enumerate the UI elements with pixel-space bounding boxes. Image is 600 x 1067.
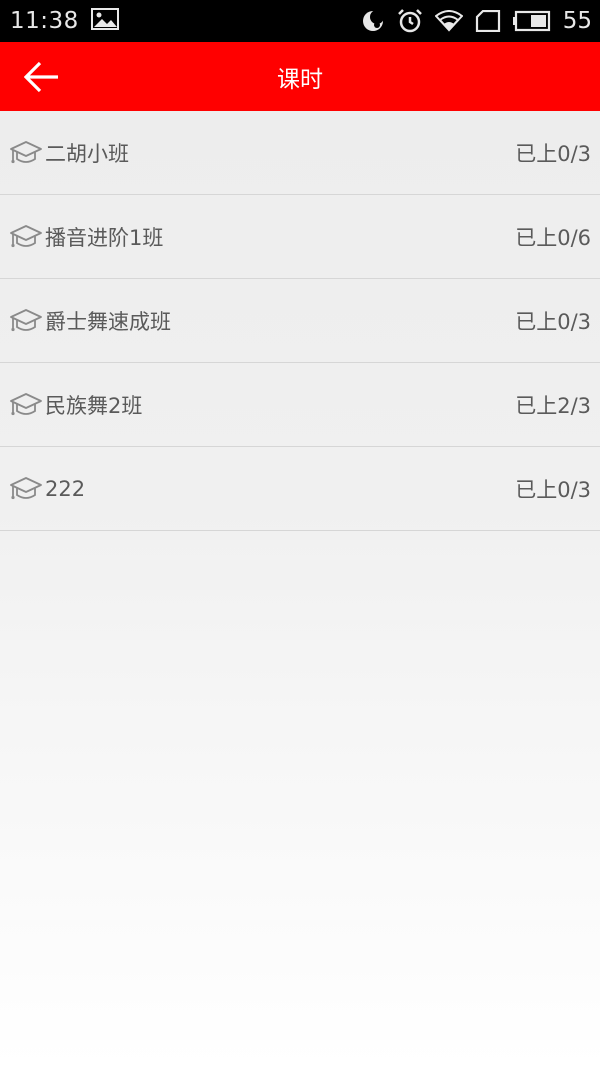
course-name: 播音进阶1班 (45, 225, 164, 250)
course-progress: 已上0/3 (515, 309, 591, 334)
status-bar: 11:38 55 (0, 0, 600, 42)
app-bar: 课时 (0, 42, 600, 111)
course-name: 爵士舞速成班 (45, 309, 171, 334)
back-button[interactable] (22, 59, 62, 95)
course-progress: 已上0/3 (515, 477, 591, 502)
battery-icon (512, 10, 551, 32)
course-name: 二胡小班 (45, 141, 129, 166)
list-item[interactable]: 爵士舞速成班 已上0/3 (0, 279, 600, 363)
course-name: 民族舞2班 (45, 393, 143, 418)
arrow-left-icon (24, 61, 58, 93)
wifi-icon (434, 10, 463, 32)
alarm-icon (397, 8, 423, 34)
sim-icon (475, 10, 501, 32)
list-item[interactable]: 二胡小班 已上0/3 (0, 111, 600, 195)
graduation-cap-icon (10, 225, 42, 248)
graduation-cap-icon (10, 309, 42, 332)
image-icon (90, 8, 119, 34)
course-progress: 已上2/3 (515, 393, 591, 418)
list-item[interactable]: 民族舞2班 已上2/3 (0, 363, 600, 447)
graduation-cap-icon (10, 393, 42, 416)
graduation-cap-icon (10, 477, 42, 500)
course-progress: 已上0/3 (515, 141, 591, 166)
moon-icon (361, 9, 385, 33)
course-name: 222 (45, 476, 86, 501)
page-title: 课时 (277, 66, 323, 93)
status-time: 11:38 (10, 8, 79, 34)
battery-level-text: 55 (562, 8, 592, 34)
list-item[interactable]: 222 已上0/3 (0, 447, 600, 531)
course-list: 二胡小班 已上0/3 播音进阶1班 已上0/6 爵士舞速成班 已上0/3 民族舞… (0, 111, 600, 531)
list-item[interactable]: 播音进阶1班 已上0/6 (0, 195, 600, 279)
graduation-cap-icon (10, 141, 42, 164)
course-progress: 已上0/6 (515, 225, 591, 250)
